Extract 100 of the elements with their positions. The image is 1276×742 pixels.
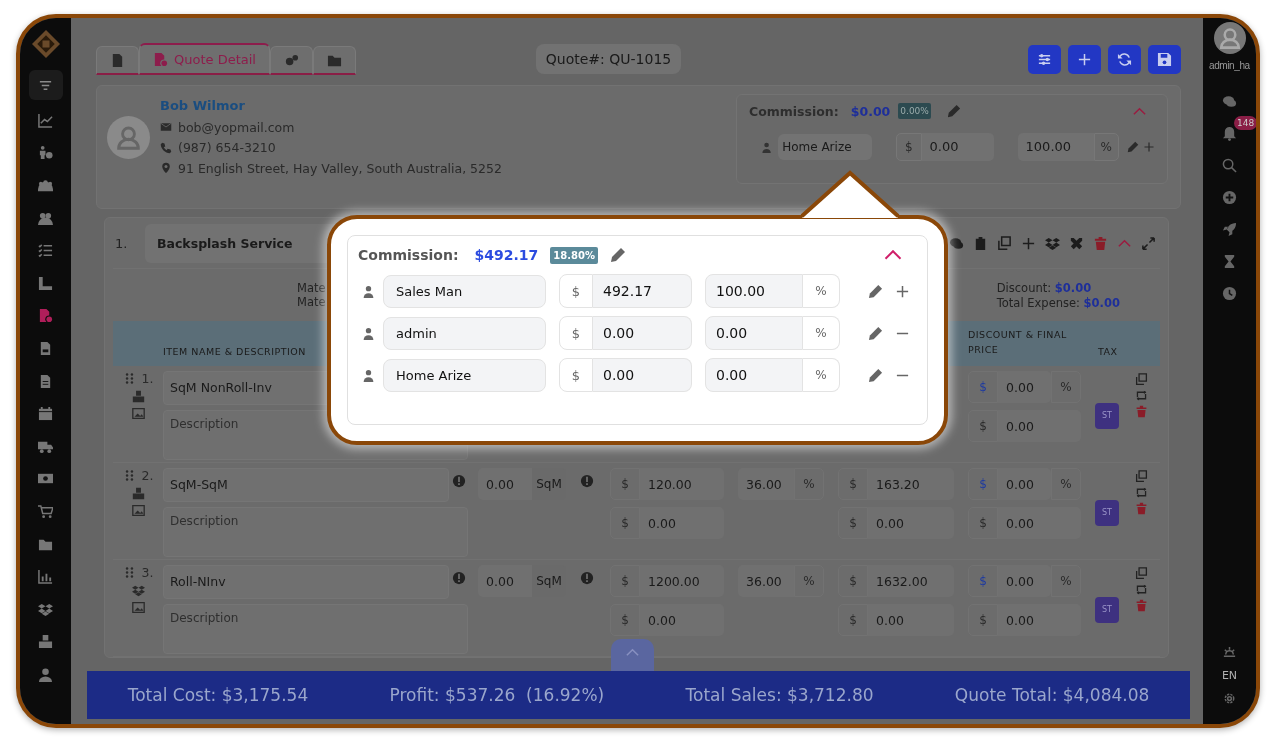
- currency-label: $: [968, 507, 998, 539]
- copy-icon[interactable]: [997, 235, 1012, 251]
- salesperson-field[interactable]: Sales Man: [383, 274, 546, 308]
- info-icon[interactable]: [452, 474, 466, 488]
- amount-field[interactable]: 0.00: [640, 507, 724, 539]
- edit-icon[interactable]: [609, 247, 626, 263]
- swap-icon[interactable]: [1135, 389, 1148, 402]
- amount-field[interactable]: 163.20: [868, 468, 954, 500]
- image-icon[interactable]: [131, 504, 145, 517]
- info-icon[interactable]: [452, 571, 466, 585]
- quantity-field[interactable]: 0.00: [478, 468, 532, 500]
- amount-field[interactable]: 0.00: [868, 507, 954, 539]
- currency-label: $: [895, 133, 922, 161]
- plus-circle-icon[interactable]: [1222, 189, 1237, 205]
- amount-field[interactable]: 0.00: [998, 410, 1081, 442]
- ruler-icon: [38, 275, 53, 291]
- add-button[interactable]: [1068, 44, 1101, 74]
- add-icon[interactable]: [1021, 235, 1036, 251]
- sliders-icon: [1037, 51, 1052, 67]
- amount-field[interactable]: 0.00: [998, 604, 1081, 636]
- column-header: DISCOUNT & FINAL PRICE: [968, 328, 1068, 357]
- clock-icon[interactable]: [1222, 285, 1237, 301]
- amount-field[interactable]: 120.00: [640, 468, 724, 500]
- image-icon[interactable]: [131, 601, 145, 614]
- swap-icon[interactable]: [1135, 486, 1148, 499]
- amount-field[interactable]: 492.17: [593, 274, 692, 308]
- percent-field[interactable]: 0.00: [705, 316, 803, 350]
- copy-icon[interactable]: [1135, 567, 1148, 580]
- amount-field[interactable]: 36.00: [738, 468, 794, 500]
- item-name-field[interactable]: SqM-SqM: [163, 468, 449, 502]
- amount-field[interactable]: 0.00: [921, 133, 994, 161]
- description-field[interactable]: Description: [163, 604, 468, 654]
- amount-field[interactable]: 0.00: [998, 371, 1051, 403]
- info-icon[interactable]: [580, 571, 594, 585]
- copy-icon[interactable]: [1135, 470, 1148, 483]
- amount-field[interactable]: 1200.00: [640, 565, 724, 597]
- edit-icon[interactable]: [946, 104, 961, 118]
- search-icon[interactable]: [1222, 157, 1237, 173]
- salesperson-field[interactable]: Home Arize: [778, 134, 872, 160]
- copy-icon[interactable]: [1135, 373, 1148, 386]
- percent-field[interactable]: 100.00: [1017, 133, 1094, 161]
- swap-icon[interactable]: [1135, 583, 1148, 596]
- currency-label[interactable]: $: [968, 565, 998, 597]
- logo-icon[interactable]: [31, 30, 60, 58]
- amount-field[interactable]: 0.00: [998, 468, 1051, 500]
- tab[interactable]: [312, 46, 356, 75]
- total-label: Profit: $537.26 (16.92%): [389, 685, 605, 705]
- add-icon[interactable]: [895, 283, 910, 299]
- clipboard-icon[interactable]: [973, 235, 988, 251]
- amount-field[interactable]: 0.00: [998, 507, 1081, 539]
- amount-field[interactable]: 0.00: [593, 358, 692, 392]
- refresh-button[interactable]: [1108, 44, 1141, 74]
- rocket-icon[interactable]: [1222, 221, 1237, 237]
- description-field[interactable]: Description: [163, 507, 468, 557]
- expand-icon[interactable]: [1141, 235, 1156, 251]
- currency-label[interactable]: $: [968, 468, 998, 500]
- hourglass-icon[interactable]: [1222, 253, 1237, 269]
- currency-label[interactable]: $: [968, 371, 998, 403]
- quantity-field[interactable]: 0.00: [478, 565, 532, 597]
- amount-field[interactable]: 0.00: [640, 604, 724, 636]
- document-icon: [110, 52, 125, 68]
- edit-icon[interactable]: [868, 283, 883, 299]
- salesperson-field[interactable]: admin: [383, 316, 546, 350]
- tab[interactable]: [96, 46, 139, 75]
- edit-icon[interactable]: [868, 325, 883, 341]
- percent-field[interactable]: 100.00: [705, 274, 803, 308]
- person-icon: [362, 326, 375, 340]
- settings-button[interactable]: [1028, 44, 1061, 74]
- percent-label: %: [1051, 371, 1081, 403]
- currency-label: $: [838, 507, 868, 539]
- tax-button[interactable]: ST: [1095, 596, 1119, 623]
- bell-icon[interactable]: [1222, 125, 1237, 141]
- boxes-icon: [38, 634, 53, 650]
- tab[interactable]: [269, 46, 313, 75]
- sun-icon[interactable]: [1222, 645, 1237, 660]
- language-code[interactable]: EN: [1219, 668, 1240, 683]
- info-icon[interactable]: [580, 474, 594, 488]
- amount-field[interactable]: 1632.00: [868, 565, 954, 597]
- tax-button[interactable]: ST: [1095, 499, 1119, 526]
- avatar-icon[interactable]: [1213, 22, 1246, 54]
- edit-icon[interactable]: [1127, 140, 1139, 154]
- percent-label: %: [1051, 565, 1081, 597]
- percent-field[interactable]: 0.00: [705, 358, 803, 392]
- filter-button[interactable]: [28, 70, 63, 100]
- dropbox-icon[interactable]: [1045, 235, 1060, 251]
- item-name-field[interactable]: Roll-NInv: [163, 565, 449, 599]
- amount-field[interactable]: 0.00: [998, 565, 1051, 597]
- amount-field[interactable]: 0.00: [868, 604, 954, 636]
- amount-field[interactable]: 36.00: [738, 565, 794, 597]
- save-button[interactable]: [1148, 44, 1181, 74]
- settings-icon[interactable]: [1222, 691, 1237, 706]
- amount-field[interactable]: 0.00: [593, 316, 692, 350]
- tax-button[interactable]: ST: [1095, 402, 1119, 429]
- edit-icon[interactable]: [868, 367, 883, 383]
- commission-percent: 18.80%: [550, 246, 598, 264]
- salesperson-field[interactable]: Home Arize: [383, 358, 546, 392]
- add-icon: [1077, 51, 1092, 67]
- total-label: Total Cost: $3,175.54: [127, 685, 309, 705]
- percent-label: %: [803, 358, 840, 392]
- image-icon[interactable]: [131, 407, 145, 420]
